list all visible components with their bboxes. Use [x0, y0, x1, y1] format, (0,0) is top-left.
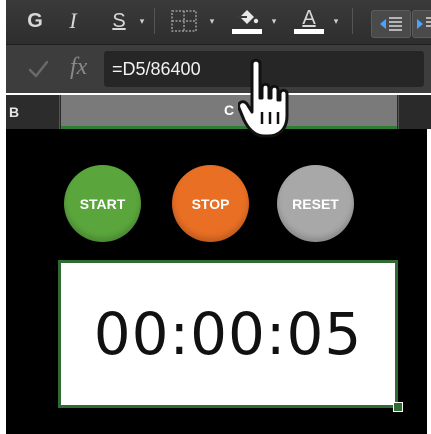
borders-button[interactable]	[166, 6, 202, 36]
fill-color-button[interactable]	[228, 6, 266, 36]
formula-bar: fx =D5/86400	[6, 45, 431, 93]
column-headers: B C	[6, 95, 431, 129]
reset-button[interactable]: RESET	[277, 165, 354, 242]
increase-indent-icon	[416, 17, 431, 29]
font-color-dropdown-caret[interactable]: ▾	[330, 6, 342, 36]
increase-indent-button[interactable]	[412, 10, 431, 38]
column-header-c[interactable]: C	[61, 95, 397, 129]
timer-display[interactable]: 00:00:05	[58, 260, 398, 408]
ribbon-toolbar: G I S ▾ ▾ ▾ A ▾	[6, 0, 431, 45]
column-header-d[interactable]	[398, 95, 431, 129]
timer-value: 00:00:05	[93, 300, 363, 368]
font-color-label: A	[302, 7, 316, 29]
bold-button[interactable]: G	[24, 6, 46, 36]
fill-color-dropdown-caret[interactable]: ▾	[268, 6, 280, 36]
font-color-button[interactable]: A	[290, 6, 328, 36]
paint-bucket-icon	[237, 10, 259, 24]
font-color-swatch	[294, 29, 324, 34]
fill-color-swatch	[232, 29, 262, 34]
underline-button[interactable]: S	[108, 6, 130, 36]
insert-function-icon[interactable]: fx	[70, 54, 87, 81]
pointing-hand-icon	[238, 58, 289, 138]
borders-dropdown-caret[interactable]: ▾	[206, 6, 218, 36]
borders-icon	[171, 10, 197, 32]
stop-button[interactable]: STOP	[172, 165, 249, 242]
start-button[interactable]: START	[64, 165, 141, 242]
decrease-indent-icon	[380, 17, 402, 31]
sheet-edge	[427, 129, 431, 434]
column-header-b[interactable]: B	[6, 95, 60, 129]
decrease-indent-button[interactable]	[371, 10, 411, 38]
toolbar-divider	[154, 8, 155, 34]
resize-handle[interactable]	[393, 402, 403, 412]
toolbar-divider	[352, 8, 353, 34]
underline-dropdown-caret[interactable]: ▾	[136, 6, 148, 36]
italic-button[interactable]: I	[62, 6, 84, 36]
check-icon[interactable]	[26, 57, 50, 81]
